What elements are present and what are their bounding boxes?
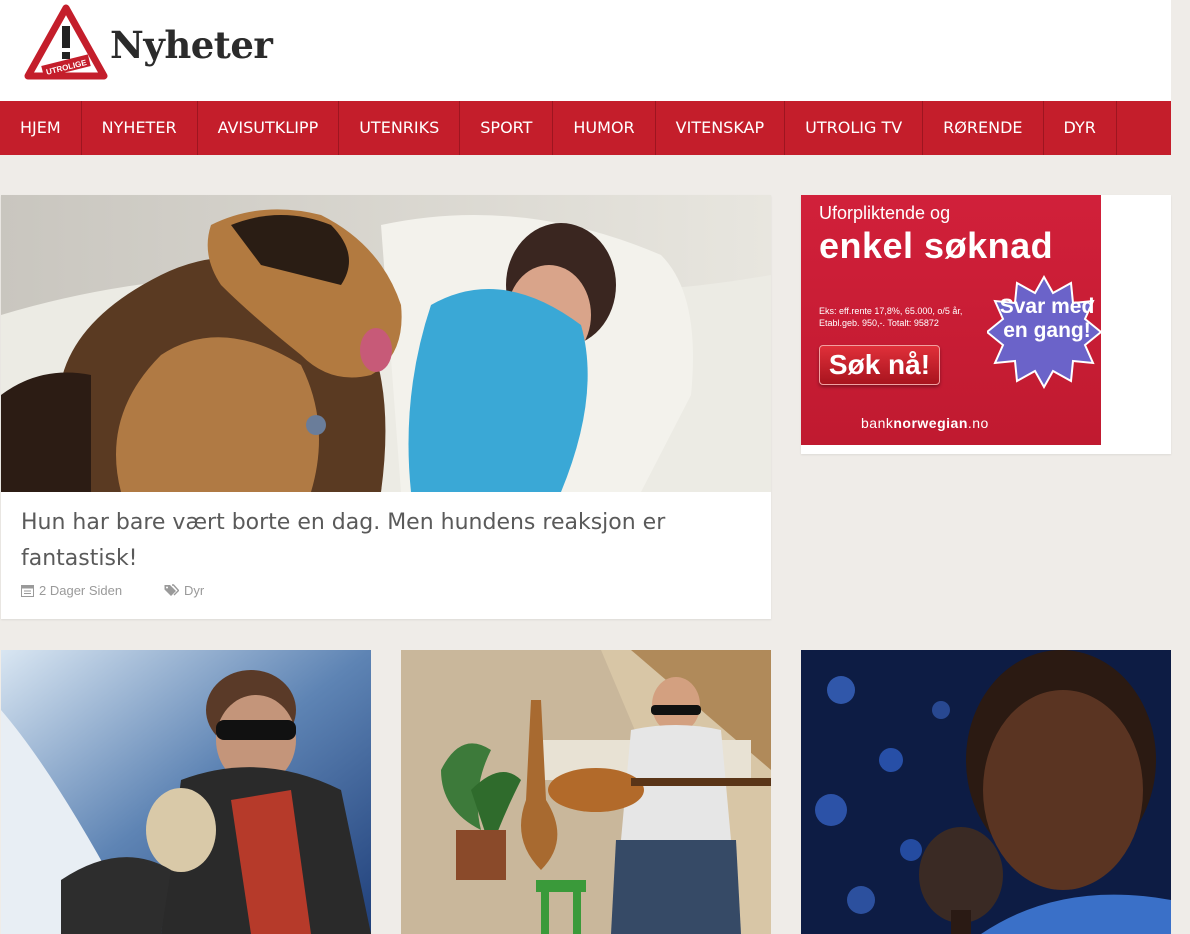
article-card-guitar[interactable]: [401, 650, 771, 934]
ad-brand-prefix: bank: [861, 415, 894, 431]
site-logo[interactable]: UTROLIGE Nyheter: [24, 4, 273, 80]
ad-brand-bold: norwegian: [893, 415, 968, 431]
main-nav: HJEM NYHETER AVISUTKLIPP UTENRIKS SPORT …: [0, 101, 1171, 155]
nav-item-utrolig-tv[interactable]: UTROLIG TV: [785, 101, 924, 155]
nav-item-sport[interactable]: SPORT: [460, 101, 554, 155]
article-category-text: Dyr: [184, 583, 205, 598]
warning-triangle-icon: UTROLIGE: [24, 4, 108, 80]
nav-item-nyheter[interactable]: NYHETER: [82, 101, 198, 155]
ad-fine-print: Eks: eff.rente 17,8%, 65.000, o/5 år, Et…: [819, 306, 963, 328]
nav-item-hjem[interactable]: HJEM: [0, 101, 82, 155]
article-card-singer[interactable]: [801, 650, 1171, 934]
logo-text: Nyheter: [110, 23, 273, 67]
ad-banner[interactable]: Uforpliktende og enkel søknad Eks: eff.r…: [801, 195, 1101, 445]
ad-headline-large: enkel søknad: [819, 225, 1054, 266]
nav-item-avisutklipp[interactable]: AVISUTKLIPP: [198, 101, 340, 155]
nav-item-dyr[interactable]: DYR: [1044, 101, 1117, 155]
article-date-text: 2 Dager Siden: [39, 583, 123, 598]
article-date: 2 Dager Siden: [21, 583, 122, 598]
article-card-image: [401, 650, 771, 934]
article-category[interactable]: Dyr: [164, 583, 204, 598]
ad-brand-suffix: .no: [967, 415, 989, 431]
article-card-image: [801, 650, 1171, 934]
nav-item-humor[interactable]: HUMOR: [553, 101, 656, 155]
ad-burst-text: Svar med en gang!: [999, 295, 1095, 342]
nav-item-rorende[interactable]: RØRENDE: [923, 101, 1044, 155]
sidebar-ad: Uforpliktende og enkel søknad Eks: eff.r…: [801, 195, 1171, 454]
featured-article-title[interactable]: Hun har bare vært borte en dag. Men hund…: [21, 505, 721, 577]
ad-brand: banknorwegian.no: [861, 415, 989, 431]
nav-item-vitenskap[interactable]: VITENSKAP: [656, 101, 786, 155]
featured-article: Hun har bare vært borte en dag. Men hund…: [1, 195, 771, 619]
calendar-icon: [21, 585, 34, 597]
article-card-skydiving[interactable]: [1, 650, 371, 934]
ad-cta-button[interactable]: Søk nå!: [819, 345, 940, 385]
tags-icon: [164, 584, 179, 596]
ad-headline-small: Uforpliktende og: [819, 203, 951, 223]
article-card-image: [1, 650, 371, 934]
site-header: UTROLIGE Nyheter: [0, 0, 1171, 101]
featured-article-image[interactable]: [1, 195, 771, 492]
nav-item-utenriks[interactable]: UTENRIKS: [339, 101, 461, 155]
